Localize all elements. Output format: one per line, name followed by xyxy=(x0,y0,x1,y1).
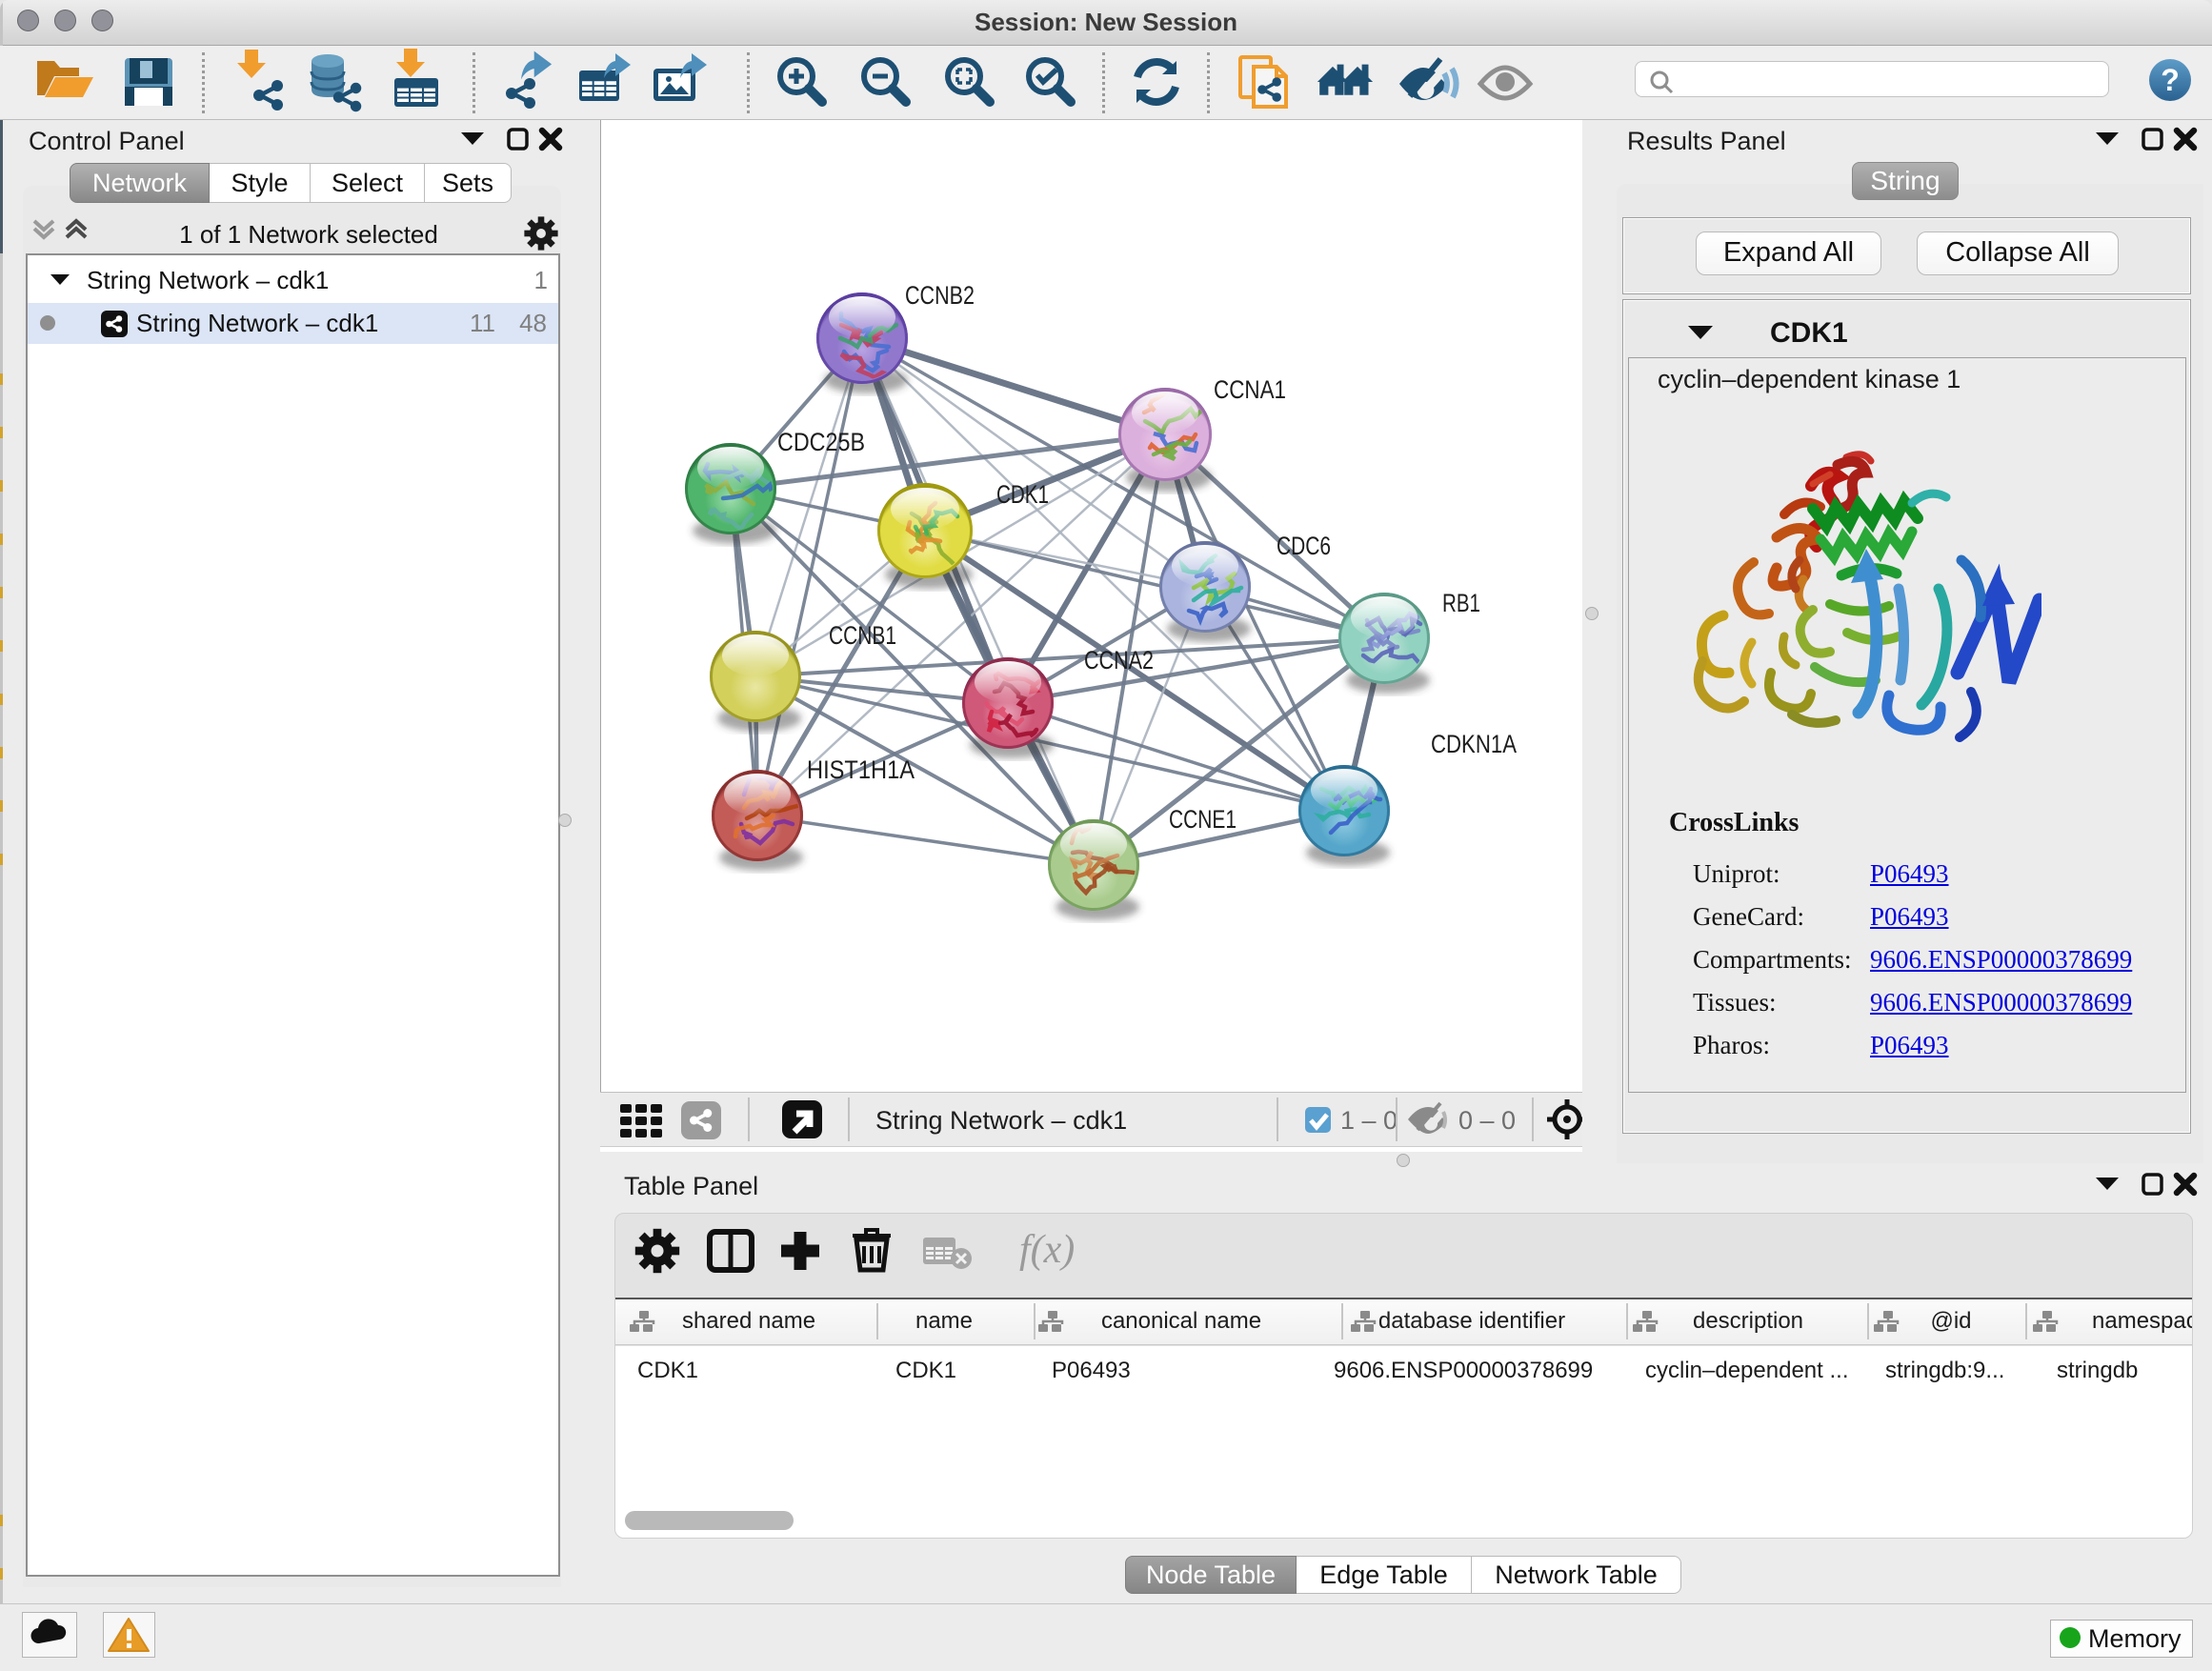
svg-text:String Network – cdk1: String Network – cdk1 xyxy=(87,266,329,294)
svg-text:9606.ENSP00000378699: 9606.ENSP00000378699 xyxy=(1334,1358,1593,1383)
svg-text:String Network – cdk1: String Network – cdk1 xyxy=(875,1106,1127,1135)
svg-text:CCNB2: CCNB2 xyxy=(905,281,975,310)
svg-text:@id: @id xyxy=(1930,1308,1971,1334)
svg-text:namespac: namespac xyxy=(2092,1308,2192,1334)
svg-text:CDK1: CDK1 xyxy=(895,1358,956,1383)
svg-text:CCNB1: CCNB1 xyxy=(829,621,896,650)
svg-text:database identifier: database identifier xyxy=(1378,1308,1565,1334)
svg-text:CDC25B: CDC25B xyxy=(777,428,865,456)
svg-text:11: 11 xyxy=(470,309,495,337)
svg-text:String Network – cdk1: String Network – cdk1 xyxy=(136,309,378,337)
svg-text:CDC6: CDC6 xyxy=(1277,532,1331,560)
svg-text:CCNA1: CCNA1 xyxy=(1214,375,1286,404)
svg-text:CDK1: CDK1 xyxy=(1770,318,1848,347)
svg-text:shared name: shared name xyxy=(682,1308,815,1334)
svg-text:HIST1H1A: HIST1H1A xyxy=(807,755,915,784)
svg-text:0 – 0: 0 – 0 xyxy=(1458,1106,1516,1135)
svg-text:CDKN1A: CDKN1A xyxy=(1431,730,1517,758)
svg-text:1: 1 xyxy=(534,266,548,294)
svg-text:CCNE1: CCNE1 xyxy=(1169,805,1237,834)
svg-text:f(x): f(x) xyxy=(1019,1228,1075,1272)
svg-text:P06493: P06493 xyxy=(1052,1358,1131,1383)
svg-text:description: description xyxy=(1693,1308,1803,1334)
svg-text:?: ? xyxy=(2161,63,2180,97)
svg-text:cyclin–dependent ...: cyclin–dependent ... xyxy=(1645,1358,1848,1383)
svg-text:stringdb: stringdb xyxy=(2057,1358,2138,1383)
svg-text:1 of 1 Network selected: 1 of 1 Network selected xyxy=(179,220,438,249)
svg-text:CDK1: CDK1 xyxy=(996,480,1049,509)
svg-text:stringdb:9...: stringdb:9... xyxy=(1885,1358,2004,1383)
svg-text:CDK1: CDK1 xyxy=(637,1358,698,1383)
svg-text:name: name xyxy=(915,1308,973,1334)
svg-text:canonical name: canonical name xyxy=(1101,1308,1261,1334)
svg-text:RB1: RB1 xyxy=(1442,589,1480,617)
svg-text:48: 48 xyxy=(519,309,547,337)
svg-text:1 – 0: 1 – 0 xyxy=(1340,1106,1398,1135)
svg-text:CCNA2: CCNA2 xyxy=(1084,646,1154,674)
